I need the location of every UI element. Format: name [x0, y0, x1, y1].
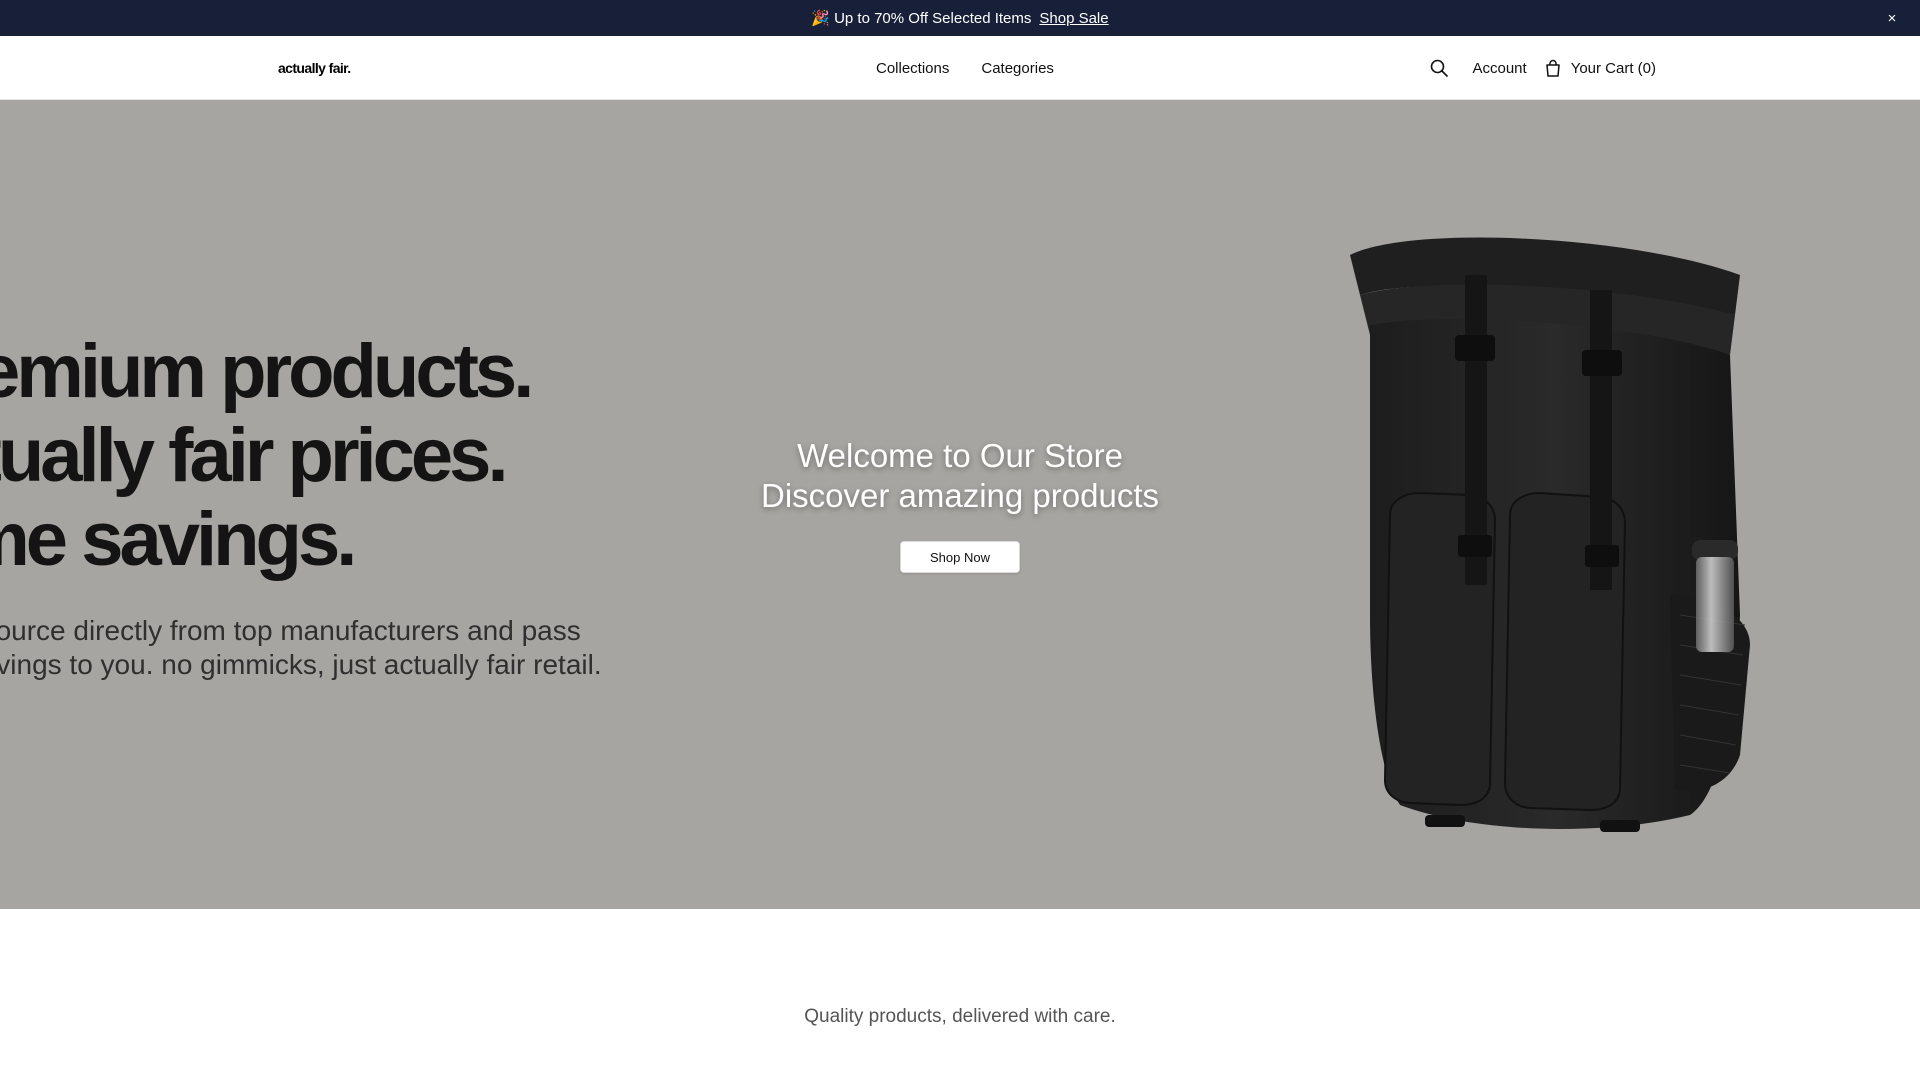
hero-subtitle: Discover amazing products — [761, 477, 1159, 514]
close-glyph: × — [1887, 9, 1897, 27]
backpack-image — [1350, 237, 1750, 832]
close-icon[interactable]: × — [1880, 0, 1904, 36]
site-header: actually fair. Collections Categories Ac… — [0, 36, 1920, 100]
hero-subtext-line: we source directly from top manufacturer… — [0, 615, 581, 646]
header-actions: Account Your Cart (0) — [1430, 36, 1656, 100]
nav-item-collections[interactable]: Collections — [876, 60, 949, 77]
cart-link[interactable]: Your Cart (0) — [1545, 59, 1656, 77]
logo[interactable]: actually fair. — [278, 36, 351, 100]
account-link[interactable]: Account — [1472, 60, 1526, 77]
shopping-bag-icon — [1545, 59, 1561, 77]
nav-item-categories[interactable]: Categories — [981, 60, 1054, 77]
party-icon: 🎉 — [811, 10, 831, 27]
cart-label: Your Cart (0) — [1570, 59, 1656, 77]
hero-subtext: we source directly from top manufacturer… — [0, 614, 602, 682]
hero-subtext-line: the savings to you. no gimmicks, just ac… — [0, 649, 602, 680]
shop-sale-link[interactable]: Shop Sale — [1039, 10, 1108, 27]
shop-now-button[interactable]: Shop Now — [900, 541, 1020, 573]
announcement-bar: 🎉 Up to 70% Off Selected Items Shop Sale… — [0, 0, 1920, 36]
hero-headline-line: premium products. — [0, 329, 534, 414]
search-icon[interactable] — [1430, 59, 1449, 77]
main-nav: Collections Categories — [876, 36, 1054, 100]
hero-heading: Welcome to Our Store Discover amazing pr… — [0, 436, 1920, 516]
hero-title: Welcome to Our Store — [797, 437, 1123, 474]
hero-banner: premium products. actually fair prices. … — [0, 100, 1920, 909]
announcement-text: Up to 70% Off Selected Items — [834, 9, 1032, 27]
tagline: Quality products, delivered with care. — [804, 1006, 1116, 1027]
